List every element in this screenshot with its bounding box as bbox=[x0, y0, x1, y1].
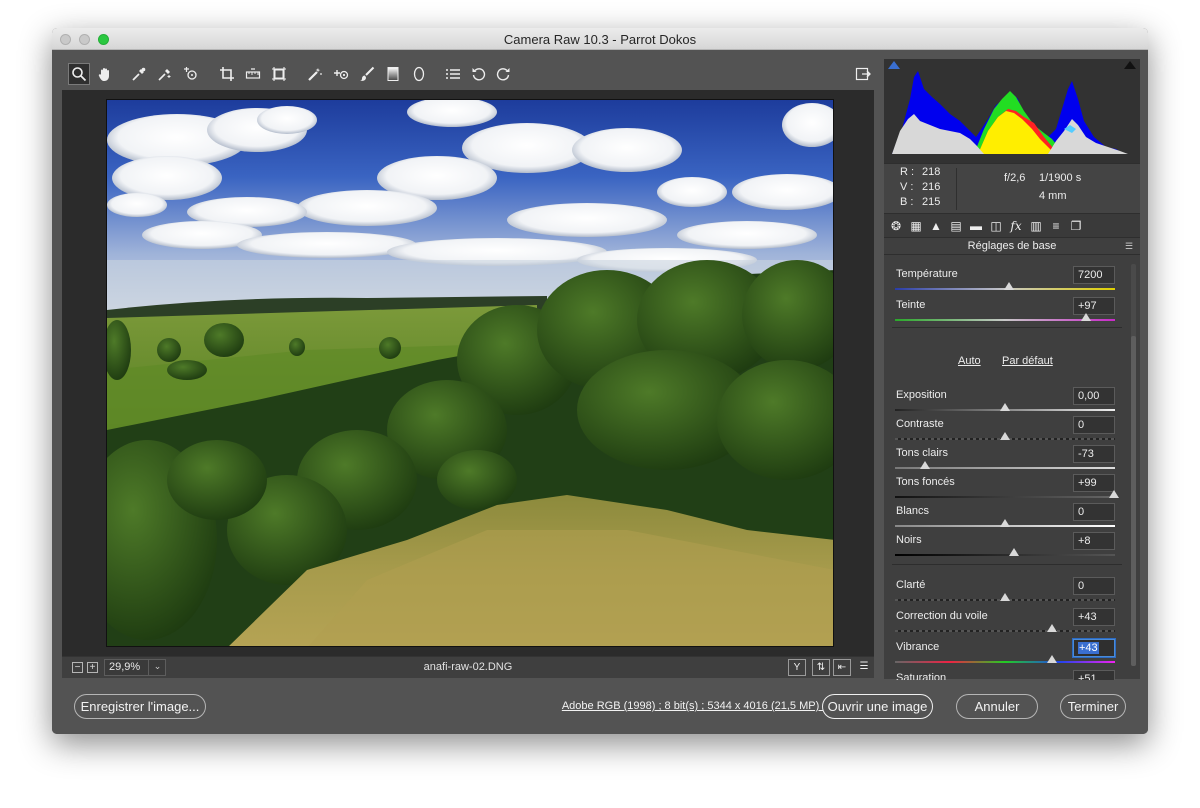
slider-thumb[interactable] bbox=[1109, 490, 1119, 498]
divider bbox=[892, 564, 1122, 565]
camera-calibration-tab-icon[interactable]: ▥ bbox=[1028, 218, 1044, 234]
slider-thumb[interactable] bbox=[1004, 282, 1014, 290]
slider-blacks[interactable]: Noirs +8 bbox=[884, 532, 1128, 562]
tone-curve-tab-icon[interactable]: ▦ bbox=[908, 218, 924, 234]
slider-thumb[interactable] bbox=[1000, 403, 1010, 411]
auto-link[interactable]: Auto bbox=[958, 355, 981, 367]
image-canvas[interactable] bbox=[62, 90, 874, 678]
bottom-bar: Enregistrer l'image... Adobe RGB (1998) … bbox=[52, 680, 1148, 734]
preferences-list-icon[interactable] bbox=[442, 63, 464, 85]
slider-thumb[interactable] bbox=[1081, 313, 1091, 321]
vibrance-value-field[interactable]: +43 bbox=[1073, 639, 1115, 657]
info-divider bbox=[956, 168, 957, 210]
done-button[interactable]: Terminer bbox=[1060, 694, 1126, 719]
slider-contrast[interactable]: Contraste 0 bbox=[884, 416, 1128, 446]
slider-exposure[interactable]: Exposition 0,00 bbox=[884, 387, 1128, 417]
slider-thumb[interactable] bbox=[1047, 624, 1057, 632]
tint-value-field[interactable]: +97 bbox=[1073, 297, 1115, 315]
effects-fx-tab-icon[interactable]: fx bbox=[1008, 218, 1024, 234]
shadow-clipping-icon[interactable] bbox=[888, 61, 900, 69]
radial-filter-tool-icon[interactable] bbox=[408, 63, 430, 85]
auto-default-row: Auto Par défaut bbox=[884, 355, 1128, 371]
adjustment-panel: R :218 V :216 B :215 f/2,6 1/1900 s 4 mm… bbox=[884, 59, 1140, 694]
slider-highlights[interactable]: Tons clairs -73 bbox=[884, 445, 1128, 475]
graduated-filter-tool-icon[interactable] bbox=[382, 63, 404, 85]
preview-image[interactable] bbox=[106, 99, 834, 647]
whites-value-field[interactable]: 0 bbox=[1073, 503, 1115, 521]
split-toning-tab-icon[interactable]: ▬ bbox=[968, 218, 984, 234]
highlights-value-field[interactable]: -73 bbox=[1073, 445, 1115, 463]
copy-settings-icon[interactable]: ⇤ bbox=[833, 659, 851, 676]
slider-thumb[interactable] bbox=[1009, 548, 1019, 556]
shutter-value: 1/1900 s bbox=[1039, 172, 1082, 184]
toggle-settings-icon[interactable]: ☰ bbox=[855, 659, 873, 676]
aperture-value: f/2,6 bbox=[1004, 172, 1026, 184]
basic-sliders: Température 7200 Teinte +97 Auto Par déf… bbox=[884, 256, 1128, 694]
panel-tabs: ❂ ▦ ▲ ▤ ▬ ◫ fx ▥ ≡ ❐ bbox=[884, 213, 1140, 237]
toolbar bbox=[62, 60, 874, 90]
temperature-value-field[interactable]: 7200 bbox=[1073, 266, 1115, 284]
cancel-button[interactable]: Annuler bbox=[956, 694, 1038, 719]
zoom-tool-icon[interactable] bbox=[68, 63, 90, 85]
section-title: Réglages de base ☰ bbox=[884, 237, 1140, 255]
slider-thumb[interactable] bbox=[920, 461, 930, 469]
before-after-y-icon[interactable]: Y bbox=[788, 659, 806, 676]
blacks-value-field[interactable]: +8 bbox=[1073, 532, 1115, 550]
clarity-value-field[interactable]: 0 bbox=[1073, 577, 1115, 595]
basic-tab-aperture-icon[interactable]: ❂ bbox=[888, 218, 904, 234]
image-info: R :218 V :216 B :215 f/2,6 1/1900 s 4 mm bbox=[884, 163, 1140, 213]
targeted-adjustment-tool-icon[interactable] bbox=[180, 63, 202, 85]
detail-tab-icon[interactable]: ▲ bbox=[928, 218, 944, 234]
slider-vibrance[interactable]: Vibrance +43 bbox=[884, 639, 1128, 669]
exposure-value-field[interactable]: 0,00 bbox=[1073, 387, 1115, 405]
window-title: Camera Raw 10.3 - Parrot Dokos bbox=[503, 32, 697, 47]
open-image-button[interactable]: Ouvrir une image bbox=[822, 694, 933, 719]
rotate-ccw-icon[interactable] bbox=[468, 63, 490, 85]
straighten-tool-icon[interactable] bbox=[242, 63, 264, 85]
color-sampler-tool-icon[interactable] bbox=[154, 63, 176, 85]
title-bar[interactable]: Camera Raw 10.3 - Parrot Dokos bbox=[52, 28, 1148, 50]
dehaze-value-field[interactable]: +43 bbox=[1073, 608, 1115, 626]
slider-clarity[interactable]: Clarté 0 bbox=[884, 577, 1128, 607]
focal-length-value: 4 mm bbox=[1039, 190, 1067, 202]
slider-shadows[interactable]: Tons foncés +99 bbox=[884, 474, 1128, 504]
transform-tool-icon[interactable] bbox=[268, 63, 290, 85]
slider-tint[interactable]: Teinte +97 bbox=[884, 297, 1128, 327]
white-balance-tool-icon[interactable] bbox=[128, 63, 150, 85]
landscape-photo bbox=[107, 100, 833, 646]
slider-thumb[interactable] bbox=[1047, 655, 1057, 663]
rgb-r-row: R :218 bbox=[900, 166, 941, 178]
hand-tool-icon[interactable] bbox=[94, 63, 116, 85]
slider-thumb[interactable] bbox=[1000, 432, 1010, 440]
slider-whites[interactable]: Blancs 0 bbox=[884, 503, 1128, 533]
rgb-b-row: B :215 bbox=[900, 196, 941, 208]
histogram bbox=[884, 59, 1140, 163]
spot-removal-tool-icon[interactable] bbox=[304, 63, 326, 85]
file-name: anafi-raw-02.DNG bbox=[423, 661, 513, 673]
default-link[interactable]: Par défaut bbox=[1002, 355, 1053, 367]
snapshots-tab-icon[interactable]: ❐ bbox=[1068, 218, 1084, 234]
divider bbox=[892, 327, 1122, 328]
rotate-cw-icon[interactable] bbox=[492, 63, 514, 85]
highlight-clipping-icon[interactable] bbox=[1124, 61, 1136, 69]
panel-scrollbar[interactable] bbox=[1129, 256, 1137, 674]
contrast-value-field[interactable]: 0 bbox=[1073, 416, 1115, 434]
slider-thumb[interactable] bbox=[1000, 519, 1010, 527]
hsl-tab-icon[interactable]: ▤ bbox=[948, 218, 964, 234]
lens-corrections-tab-icon[interactable]: ◫ bbox=[988, 218, 1004, 234]
slider-thumb[interactable] bbox=[1000, 593, 1010, 601]
red-eye-removal-tool-icon[interactable] bbox=[330, 63, 352, 85]
slider-temperature[interactable]: Température 7200 bbox=[884, 266, 1128, 296]
rgb-v-row: V :216 bbox=[900, 181, 941, 193]
camera-raw-window: Camera Raw 10.3 - Parrot Dokos − + 29,9%… bbox=[52, 28, 1148, 734]
canvas-status-bar: − + 29,9% ⌄ anafi-raw-02.DNG Y ⇅ ⇤ ☰ bbox=[62, 656, 874, 678]
slider-dehaze[interactable]: Correction du voile +43 bbox=[884, 608, 1128, 638]
adjustment-brush-tool-icon[interactable] bbox=[356, 63, 378, 85]
presets-tab-icon[interactable]: ≡ bbox=[1048, 218, 1064, 234]
toggle-fullscreen-icon[interactable] bbox=[852, 63, 874, 85]
panel-menu-icon[interactable]: ☰ bbox=[1124, 241, 1134, 251]
crop-tool-icon[interactable] bbox=[216, 63, 238, 85]
scrollbar-thumb[interactable] bbox=[1131, 336, 1136, 666]
swap-before-after-icon[interactable]: ⇅ bbox=[812, 659, 830, 676]
